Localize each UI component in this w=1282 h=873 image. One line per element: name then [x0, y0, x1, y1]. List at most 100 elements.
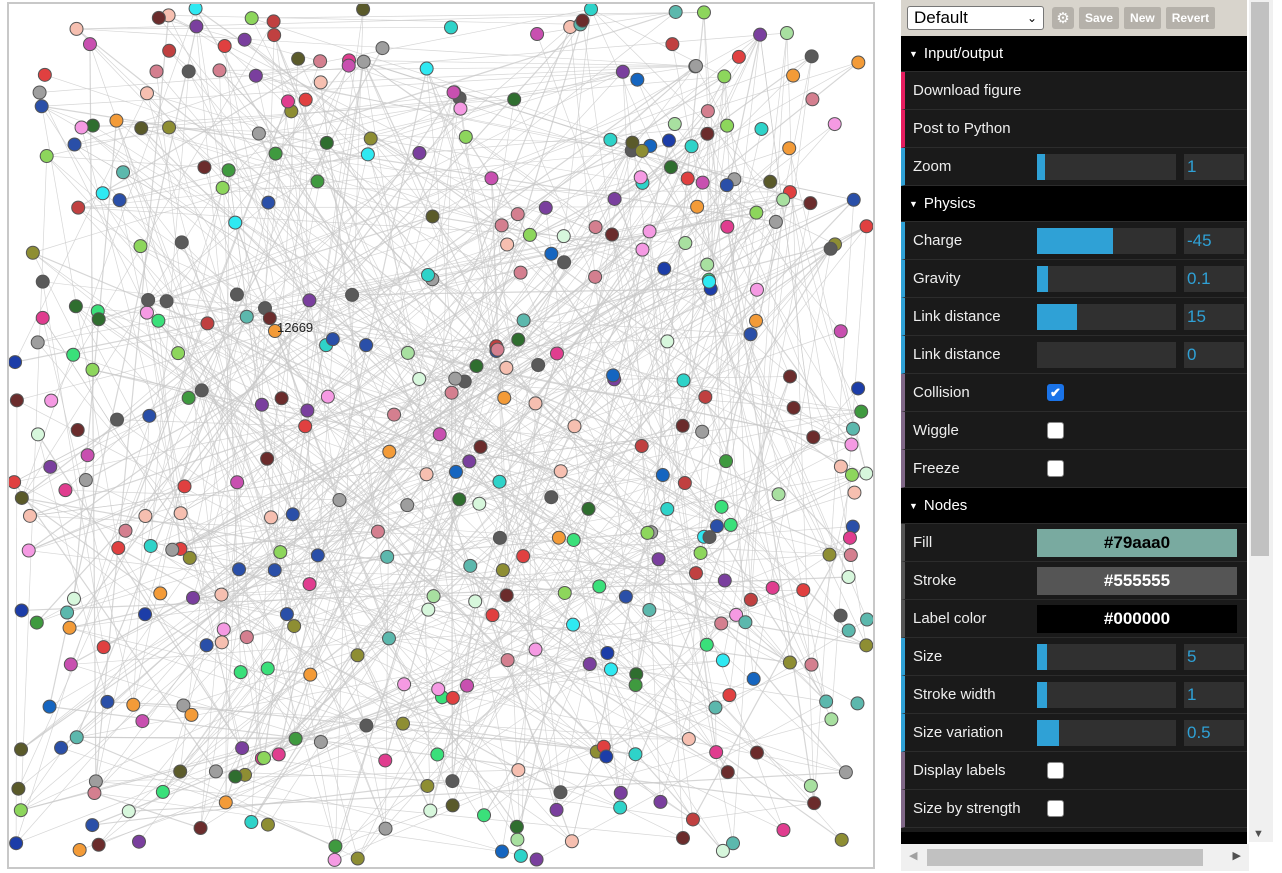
- graph-node[interactable]: [228, 215, 243, 230]
- checkbox[interactable]: [1047, 460, 1064, 477]
- graph-node[interactable]: [582, 656, 597, 671]
- graph-node[interactable]: [700, 126, 715, 141]
- graph-node[interactable]: [54, 740, 69, 755]
- graph-node[interactable]: [833, 608, 848, 623]
- graph-node[interactable]: [62, 620, 77, 635]
- graph-node[interactable]: [230, 475, 245, 490]
- graph-node[interactable]: [419, 467, 434, 482]
- graph-node[interactable]: [675, 418, 690, 433]
- graph-node[interactable]: [603, 132, 618, 147]
- graph-node[interactable]: [499, 588, 514, 603]
- graph-node[interactable]: [332, 493, 347, 508]
- graph-node[interactable]: [655, 468, 670, 483]
- number-input[interactable]: 1: [1184, 681, 1244, 708]
- graph-node[interactable]: [490, 342, 505, 357]
- graph-node[interactable]: [100, 694, 115, 709]
- graph-node[interactable]: [696, 5, 711, 20]
- graph-node[interactable]: [699, 637, 714, 652]
- gear-icon[interactable]: ⚙: [1052, 7, 1074, 29]
- graph-node[interactable]: [280, 94, 295, 109]
- graph-node[interactable]: [214, 587, 229, 602]
- save-button[interactable]: Save: [1079, 7, 1120, 29]
- color-swatch[interactable]: #000000: [1037, 604, 1237, 633]
- graph-node[interactable]: [96, 640, 111, 655]
- graph-node[interactable]: [445, 690, 460, 705]
- graph-node[interactable]: [700, 257, 715, 272]
- graph-node[interactable]: [660, 334, 675, 349]
- graph-node[interactable]: [66, 591, 81, 606]
- graph-node[interactable]: [239, 309, 254, 324]
- graph-node[interactable]: [796, 583, 811, 598]
- graph-node[interactable]: [138, 607, 153, 622]
- checkbox[interactable]: [1047, 800, 1064, 817]
- number-input[interactable]: 15: [1184, 303, 1244, 330]
- graph-node[interactable]: [303, 667, 318, 682]
- graph-node[interactable]: [786, 68, 801, 83]
- graph-node[interactable]: [613, 785, 628, 800]
- graph-node[interactable]: [642, 224, 657, 239]
- graph-node[interactable]: [421, 267, 436, 282]
- graph-node[interactable]: [588, 220, 603, 235]
- graph-node[interactable]: [9, 475, 22, 490]
- graph-node[interactable]: [143, 538, 158, 553]
- graph-node[interactable]: [188, 4, 203, 16]
- graph-node[interactable]: [472, 496, 487, 511]
- graph-node[interactable]: [133, 239, 148, 254]
- graph-node[interactable]: [446, 85, 461, 100]
- graph-node[interactable]: [162, 43, 177, 58]
- graph-node[interactable]: [313, 734, 328, 749]
- graph-node[interactable]: [776, 823, 791, 838]
- graph-node[interactable]: [216, 622, 231, 637]
- graph-node[interactable]: [60, 605, 75, 620]
- graph-node[interactable]: [603, 662, 618, 677]
- graph-node[interactable]: [607, 191, 622, 206]
- graph-node[interactable]: [298, 419, 313, 434]
- graph-node[interactable]: [557, 255, 572, 270]
- graph-node[interactable]: [85, 362, 100, 377]
- graph-node[interactable]: [267, 28, 282, 43]
- network-graph[interactable]: 12669: [9, 4, 873, 867]
- number-input[interactable]: 5: [1184, 643, 1244, 670]
- graph-node[interactable]: [135, 714, 150, 729]
- graph-node[interactable]: [58, 483, 73, 498]
- graph-node[interactable]: [708, 700, 723, 715]
- graph-node[interactable]: [743, 592, 758, 607]
- graph-node[interactable]: [87, 785, 102, 800]
- graph-node[interactable]: [174, 235, 189, 250]
- graph-node[interactable]: [30, 427, 45, 442]
- graph-node[interactable]: [663, 160, 678, 175]
- graph-node[interactable]: [635, 242, 650, 257]
- graph-node[interactable]: [350, 851, 365, 866]
- graph-node[interactable]: [14, 742, 29, 757]
- graph-node[interactable]: [189, 19, 204, 34]
- graph-node[interactable]: [35, 310, 50, 325]
- graph-node[interactable]: [110, 412, 125, 427]
- graph-node[interactable]: [615, 64, 630, 79]
- graph-node[interactable]: [720, 118, 735, 133]
- graph-node[interactable]: [640, 525, 655, 540]
- graph-node[interactable]: [698, 389, 713, 404]
- graph-node[interactable]: [151, 313, 166, 328]
- graph-node[interactable]: [786, 400, 801, 415]
- graph-node[interactable]: [29, 615, 44, 630]
- graph-node[interactable]: [151, 10, 166, 25]
- graph-node[interactable]: [842, 530, 857, 545]
- graph-node[interactable]: [325, 332, 340, 347]
- graph-node[interactable]: [859, 219, 873, 234]
- graph-node[interactable]: [194, 383, 209, 398]
- graph-node[interactable]: [693, 545, 708, 560]
- graph-node[interactable]: [328, 839, 343, 854]
- folder-input-output[interactable]: ▼ Input/output: [901, 36, 1247, 72]
- graph-node[interactable]: [851, 381, 866, 396]
- graph-node[interactable]: [72, 842, 87, 857]
- graph-node[interactable]: [70, 423, 85, 438]
- graph-node[interactable]: [235, 741, 250, 756]
- graph-node[interactable]: [749, 313, 764, 328]
- graph-node[interactable]: [860, 612, 873, 627]
- graph-node[interactable]: [676, 831, 691, 846]
- graph-node[interactable]: [138, 509, 153, 524]
- checkbox[interactable]: [1047, 422, 1064, 439]
- graph-node[interactable]: [510, 207, 525, 222]
- graph-node[interactable]: [359, 718, 374, 733]
- graph-node[interactable]: [605, 227, 620, 242]
